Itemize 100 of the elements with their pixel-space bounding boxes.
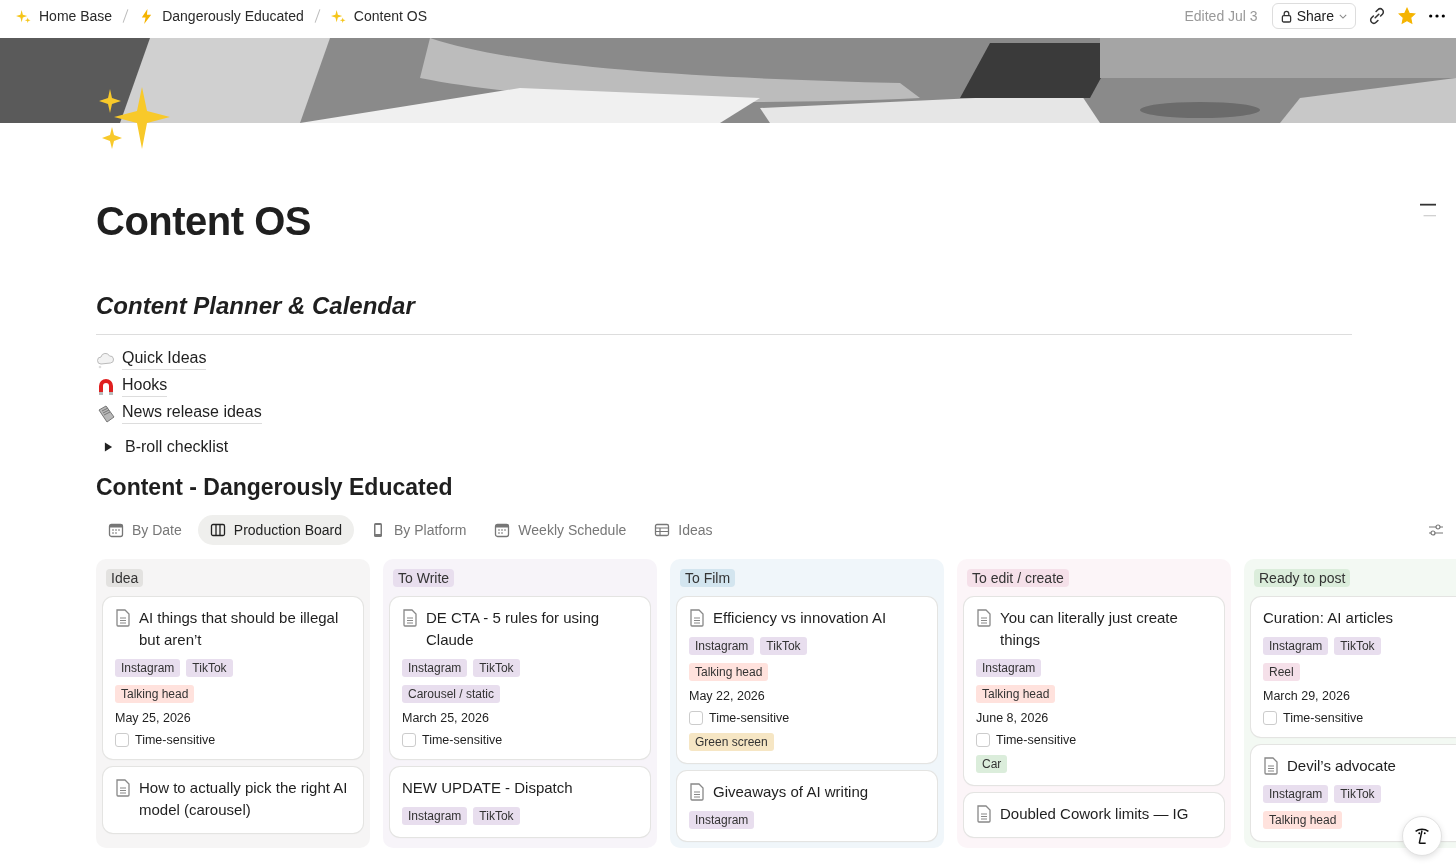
card-title: Efficiency vs innovation AI [713,608,887,628]
platform-tag: Instagram [1263,637,1329,655]
card-title: Curation: AI articles [1263,608,1394,628]
format-tag: Carousel / static [402,685,501,703]
board-card[interactable]: Efficiency vs innovation AI Instagram TikTok Talking head May 22, 2026 Time-sensitive Green screen [677,597,937,763]
checkbox[interactable] [689,711,703,725]
help-button[interactable] [1402,816,1442,856]
platform-tag: TikTok [473,807,520,825]
checkbox-label: Time-sensitive [709,711,790,725]
platform-tag: TikTok [186,659,233,677]
breadcrumb-link[interactable]: Dangerously Educated [135,6,308,26]
share-button[interactable]: Share [1271,3,1356,29]
view-tab[interactable]: By Platform [358,515,479,545]
document-icon [402,609,418,627]
card-title: DE CTA - 5 rules for using Claude [426,608,601,650]
document-icon [689,783,705,801]
card-title: NEW UPDATE - Dispatch [402,778,573,798]
checkbox[interactable] [976,733,990,747]
edited-label: Edited Jul 3 [1184,8,1258,24]
platform-tag: TikTok [473,659,520,677]
location-tag: Car [976,755,1008,773]
card-title: How to actually pick the right AI model (carousel) [139,778,349,820]
checkbox-label: Time-sensitive [422,733,503,747]
page-link[interactable]: Hooks [96,376,168,397]
board-card[interactable]: Devil’s advocate Instagram TikTok Talking head [1251,745,1456,841]
format-tag: Talking head [689,663,769,681]
card-title: Devil’s advocate [1287,756,1396,776]
document-icon [1263,757,1279,775]
card-date: June 8, 2026 [976,711,1050,725]
toggle-block[interactable]: B-roll checklist [96,438,229,456]
document-icon [115,609,131,627]
page-link[interactable]: Quick Ideas [96,349,207,370]
chevron-down-icon [1339,13,1347,19]
board-card[interactable]: Curation: AI articles Instagram TikTok Reel March 29, 2026 Time-sensitive [1251,597,1456,737]
format-tag: Talking head [976,685,1056,703]
document-icon [115,779,131,797]
view-tab[interactable]: Ideas [642,515,725,545]
settings-icon[interactable] [1428,522,1444,538]
location-tag: Green screen [689,733,774,751]
card-title: Doubled Cowork limits — IG [1000,804,1189,824]
table-icon [654,522,671,538]
status-tag: To Film [680,569,736,587]
platform-tag: Instagram [1263,785,1329,803]
database-title: Content - Dangerously Educated [96,474,454,501]
platform-tag: Instagram [402,807,468,825]
view-tab[interactable]: By Date [96,515,194,545]
magnet-icon [96,376,116,397]
platform-tag: TikTok [1334,637,1381,655]
board-card[interactable]: How to actually pick the right AI model (carousel) [103,767,363,833]
platform-tag: Instagram [402,659,468,677]
status-tag: To edit / create [967,569,1069,587]
page-title: Content OS [96,199,311,244]
card-title: AI things that should be illegal but aren’t [139,608,340,650]
star-icon[interactable] [1398,7,1416,25]
platform-tag: Instagram [689,811,755,829]
view-tab[interactable]: Weekly Schedule [482,515,639,545]
section-heading: Content Planner & Calendar [96,292,417,320]
checkbox[interactable] [115,733,129,747]
status-tag: To Write [393,569,455,587]
board-card[interactable]: You can literally just create things Instagram Talking head June 8, 2026 Time-sensitive Car [964,597,1224,785]
document-icon [689,609,705,627]
board-card[interactable]: NEW UPDATE - Dispatch Instagram TikTok [390,767,650,837]
checkbox[interactable] [1263,711,1277,725]
platform-tag: TikTok [1334,785,1381,803]
sparkles-icon [16,8,31,24]
card-date: May 25, 2026 [115,711,192,725]
board-card[interactable]: AI things that should be illegal but aren’t Instagram TikTok Talking head May 25, 2026 Time-sensitive [103,597,363,759]
card-title: You can literally just create things [1000,608,1179,650]
link-icon[interactable] [1368,7,1386,25]
newspaper-icon [96,403,116,424]
calendar-icon [494,522,511,538]
platform-tag: Instagram [976,659,1042,677]
status-tag: Ready to post [1254,569,1351,587]
checkbox[interactable] [402,733,416,747]
platform-tag: Instagram [115,659,181,677]
card-date: March 29, 2026 [1263,689,1351,703]
breadcrumb-link[interactable]: Home Base [12,6,117,26]
board-card[interactable]: Doubled Cowork limits — IG [964,793,1224,837]
board-card[interactable]: DE CTA - 5 rules for using Claude Instagram TikTok Carousel / static March 25, 2026 Time-sensitive [390,597,650,759]
checkbox-label: Time-sensitive [996,733,1077,747]
lock-icon [1280,9,1292,23]
card-date: May 22, 2026 [689,689,766,703]
calendar-icon [108,522,124,538]
view-tab[interactable]: Production Board [197,515,354,545]
card-date: March 25, 2026 [402,711,490,725]
format-tag: Reel [1263,663,1300,681]
format-tag: Talking head [1263,811,1343,829]
page-link[interactable]: News release ideas [96,403,262,424]
platform-tag: Instagram [689,637,755,655]
card-title: Giveaways of AI writing [713,782,869,802]
checkbox-label: Time-sensitive [1283,711,1364,725]
platform-tag: TikTok [760,637,807,655]
sparkles-icon [330,8,346,24]
triangle-icon [104,442,113,452]
breadcrumb-link[interactable]: Content OS [326,6,431,26]
document-icon [976,609,992,627]
board-card[interactable]: Giveaways of AI writing Instagram [677,771,937,841]
format-tag: Talking head [115,685,195,703]
checkbox-label: Time-sensitive [135,733,216,747]
columns-icon [209,522,226,538]
